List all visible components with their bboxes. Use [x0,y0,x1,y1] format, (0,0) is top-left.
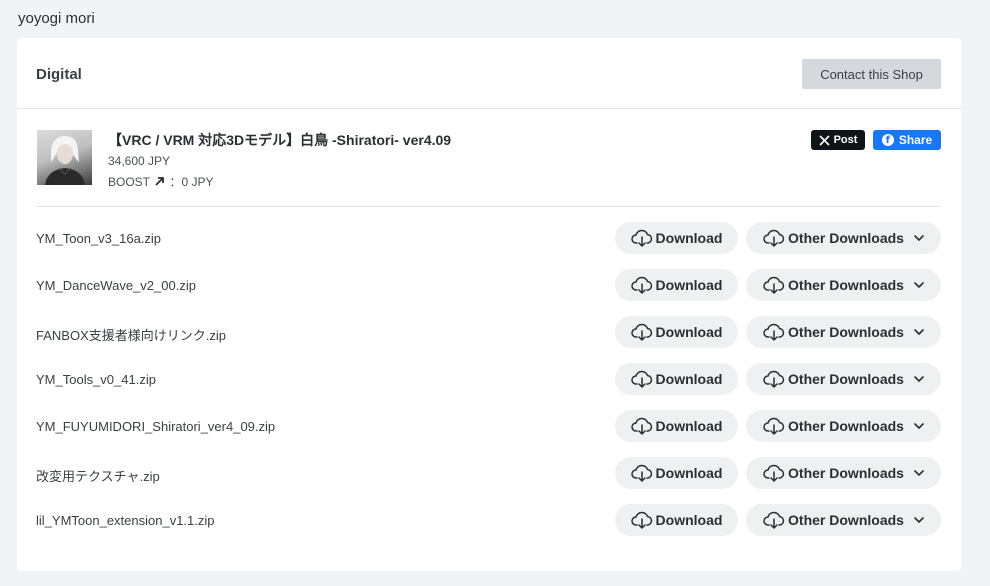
download-label: Download [655,418,723,434]
download-label: Download [655,277,723,293]
file-row: YM_DanceWave_v2_00.zip Download Other Do… [36,269,941,316]
cloud-download-icon [630,370,653,388]
x-post-label: Post [833,134,858,146]
arrow-up-right-icon [154,175,165,189]
download-label: Download [655,512,723,528]
file-row: 改変用テクスチャ.zip Download Other Downloads [36,457,941,504]
file-name: YM_Tools_v0_41.zip [36,372,156,387]
chevron-down-icon [914,328,924,336]
section-title: Digital [36,66,82,83]
cloud-download-icon [763,464,785,482]
contact-shop-button[interactable]: Contact this Shop [802,59,941,89]
chevron-down-icon [914,469,924,477]
card-header: Digital Contact this Shop [17,38,961,109]
download-button[interactable]: Download [615,363,738,395]
digital-card: Digital Contact this Shop 【VRC / VRM 対応3… [17,38,961,571]
facebook-icon: f [881,134,894,146]
cloud-download-icon [763,229,785,247]
other-downloads-button[interactable]: Other Downloads [746,269,941,301]
x-logo-icon [819,134,830,146]
download-button[interactable]: Download [615,316,738,348]
other-downloads-button[interactable]: Other Downloads [746,316,941,348]
other-downloads-label: Other Downloads [788,324,904,340]
file-row: YM_Toon_v3_16a.zip Download Other Downlo… [36,222,941,269]
product-item: 【VRC / VRM 対応3Dモデル】白鳥 -Shiratori- ver4.0… [36,130,941,207]
chevron-down-icon [914,234,924,242]
chevron-down-icon [914,422,924,430]
other-downloads-label: Other Downloads [788,371,904,387]
other-downloads-label: Other Downloads [788,277,904,293]
x-post-button[interactable]: Post [811,130,865,150]
download-button[interactable]: Download [615,222,738,254]
other-downloads-button[interactable]: Other Downloads [746,222,941,254]
download-button[interactable]: Download [615,504,738,536]
boost-info: BOOST ：0 JPY [108,173,214,190]
cloud-download-icon [763,323,785,341]
other-downloads-button[interactable]: Other Downloads [746,363,941,395]
file-list: YM_Toon_v3_16a.zip Download Other Downlo… [36,222,941,551]
boost-value: ：0 JPY [169,175,214,189]
download-button[interactable]: Download [615,457,738,489]
product-title[interactable]: 【VRC / VRM 対応3Dモデル】白鳥 -Shiratori- ver4.0… [108,130,451,150]
cloud-download-icon [630,229,653,247]
download-label: Download [655,324,723,340]
file-row: FANBOX支援者様向けリンク.zip Download Other Downl… [36,316,941,363]
other-downloads-button[interactable]: Other Downloads [746,504,941,536]
file-name: FANBOX支援者様向けリンク.zip [36,328,226,343]
facebook-share-button[interactable]: f Share [873,130,941,150]
facebook-share-label: Share [898,133,933,147]
product-price: 34,600 JPY [108,154,171,168]
cloud-download-icon [630,464,653,482]
other-downloads-button[interactable]: Other Downloads [746,457,941,489]
download-label: Download [655,465,723,481]
cloud-download-icon [630,417,653,435]
file-row: YM_Tools_v0_41.zip Download Other Downlo… [36,363,941,410]
download-label: Download [655,230,723,246]
other-downloads-label: Other Downloads [788,512,904,528]
shop-name[interactable]: yoyogi mori [18,10,95,27]
file-row: YM_FUYUMIDORI_Shiratori_ver4_09.zip Down… [36,410,941,457]
other-downloads-label: Other Downloads [788,418,904,434]
download-button[interactable]: Download [615,410,738,442]
download-label: Download [655,371,723,387]
file-row: lil_YMToon_extension_v1.1.zip Download O… [36,504,941,551]
cloud-download-icon [763,417,785,435]
cloud-download-icon [630,511,653,529]
chevron-down-icon [914,375,924,383]
cloud-download-icon [763,370,785,388]
file-name: 改変用テクスチャ.zip [36,469,160,484]
file-name: YM_Toon_v3_16a.zip [36,231,162,246]
cloud-download-icon [763,276,785,294]
chevron-down-icon [914,281,924,289]
other-downloads-label: Other Downloads [788,230,904,246]
download-button[interactable]: Download [615,269,738,301]
other-downloads-label: Other Downloads [788,465,904,481]
file-name: YM_FUYUMIDORI_Shiratori_ver4_09.zip [36,419,276,434]
cloud-download-icon [630,323,653,341]
file-name: YM_DanceWave_v2_00.zip [36,278,196,293]
file-name: lil_YMToon_extension_v1.1.zip [36,513,215,528]
cloud-download-icon [763,511,785,529]
product-thumbnail[interactable] [37,130,92,185]
boost-label: BOOST [108,175,150,189]
chevron-down-icon [914,516,924,524]
cloud-download-icon [630,276,653,294]
other-downloads-button[interactable]: Other Downloads [746,410,941,442]
